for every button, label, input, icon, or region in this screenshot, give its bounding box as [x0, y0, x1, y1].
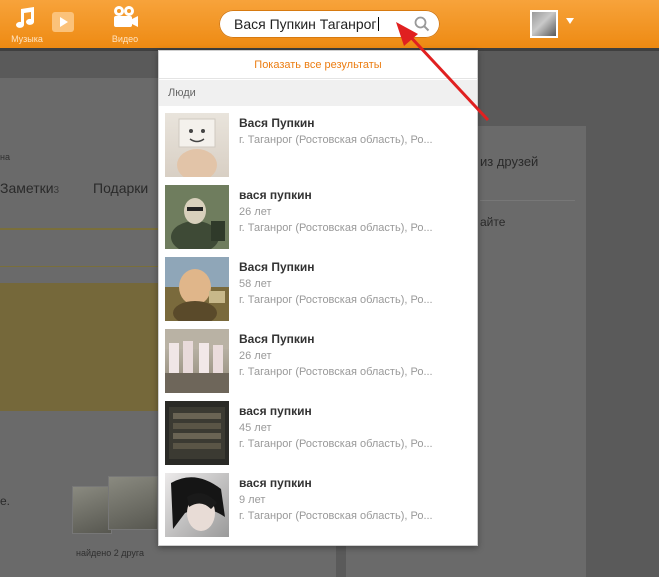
- result-photo[interactable]: [165, 185, 229, 249]
- show-all-results-link[interactable]: Показать все результаты: [159, 51, 477, 79]
- result-item[interactable]: вася пупкин 26 лет г. Таганрог (Ростовск…: [159, 185, 477, 255]
- friend-photo[interactable]: [72, 486, 112, 534]
- result-photo[interactable]: [165, 113, 229, 177]
- result-name: вася пупкин: [239, 404, 312, 418]
- result-age: 9 лет: [239, 494, 266, 506]
- result-age: 45 лет: [239, 422, 272, 434]
- nav-video-label: Видео: [111, 34, 139, 44]
- divider: [480, 200, 575, 201]
- divider: [0, 228, 160, 230]
- result-location: г. Таганрог (Ростовская область), Ро...: [239, 510, 433, 522]
- result-photo[interactable]: [165, 257, 229, 321]
- tab-gifts[interactable]: Подарки: [93, 180, 148, 196]
- music-note-icon: [16, 7, 34, 28]
- chevron-down-icon[interactable]: [566, 18, 574, 24]
- result-item[interactable]: вася пупкин 45 лет г. Таганрог (Ростовск…: [159, 401, 477, 471]
- found-friends-text: найдено 2 друга: [76, 548, 144, 558]
- result-photo[interactable]: [165, 473, 229, 537]
- result-location: г. Таганрог (Ростовская область), Ро...: [239, 222, 433, 234]
- result-item[interactable]: Вася Пупкин 58 лет г. Таганрог (Ростовск…: [159, 257, 477, 327]
- result-item[interactable]: Вася Пупкин 26 лет г. Таганрог (Ростовск…: [159, 329, 477, 399]
- tab-notes-count: 3: [53, 185, 60, 196]
- result-location: г. Таганрог (Ростовская область), Ро...: [239, 366, 433, 378]
- friend-photo[interactable]: [108, 476, 158, 530]
- friends-text: из друзей: [480, 154, 539, 169]
- result-location: г. Таганрог (Ростовская область), Ро...: [239, 294, 433, 306]
- search-icon[interactable]: [414, 16, 430, 32]
- result-photo[interactable]: [165, 329, 229, 393]
- text-caret: [377, 17, 379, 31]
- result-location: г. Таганрог (Ростовская область), Ро...: [239, 134, 433, 146]
- bg-text-fragment: айте: [480, 215, 506, 229]
- result-item[interactable]: Вася Пупкин г. Таганрог (Ростовская обла…: [159, 113, 477, 183]
- search-suggestions-dropdown: Показать все результаты Люди Вася Пупкин…: [158, 50, 478, 546]
- result-item[interactable]: вася пупкин 9 лет г. Таганрог (Ростовска…: [159, 473, 477, 543]
- divider: [0, 266, 160, 267]
- search-input-value: Вася Пупкин Таганрог: [234, 16, 377, 32]
- result-name: вася пупкин: [239, 188, 312, 202]
- search-input[interactable]: Вася Пупкин Таганрог: [219, 10, 440, 38]
- result-photo[interactable]: [165, 401, 229, 465]
- result-name: Вася Пупкин: [239, 332, 315, 346]
- result-name: Вася Пупкин: [239, 260, 315, 274]
- bg-text-fragment: на: [0, 152, 10, 162]
- video-camera-icon: [114, 6, 138, 27]
- nav-video[interactable]: Видео: [104, 4, 146, 46]
- play-icon[interactable]: [52, 12, 74, 32]
- result-age: 58 лет: [239, 278, 272, 290]
- nav-music[interactable]: Музыка: [6, 4, 48, 46]
- tab-notes[interactable]: Заметки3: [0, 180, 59, 196]
- result-name: Вася Пупкин: [239, 116, 315, 130]
- result-age: 26 лет: [239, 206, 272, 218]
- content-banner: [0, 283, 160, 411]
- nav-music-label: Музыка: [11, 34, 43, 44]
- result-name: вася пупкин: [239, 476, 312, 490]
- user-avatar[interactable]: [530, 10, 558, 38]
- section-people-header: Люди: [159, 80, 477, 106]
- result-location: г. Таганрог (Ростовская область), Ро...: [239, 438, 433, 450]
- bg-text-fragment: е.: [0, 494, 11, 508]
- result-age: 26 лет: [239, 350, 272, 362]
